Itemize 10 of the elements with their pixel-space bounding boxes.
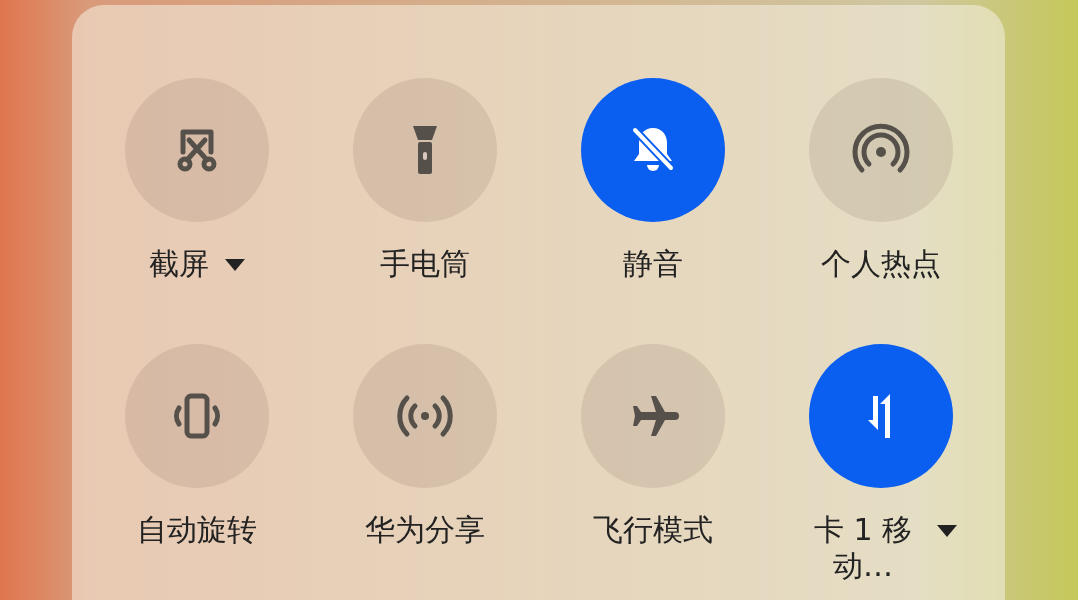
tile-label: 华为分享 <box>365 512 485 548</box>
tile-label: 自动旋转 <box>137 512 257 548</box>
tile-label: 个人热点 <box>821 246 941 282</box>
caret-icon[interactable] <box>225 259 245 271</box>
tile-label: 飞行模式 <box>593 512 713 548</box>
tile-label: 截屏 <box>149 246 209 282</box>
caret-icon[interactable] <box>937 525 957 537</box>
tile-label: 卡 1 移动… <box>812 512 914 584</box>
tile-label: 手电筒 <box>380 246 470 282</box>
tile-label: 静音 <box>623 246 683 282</box>
